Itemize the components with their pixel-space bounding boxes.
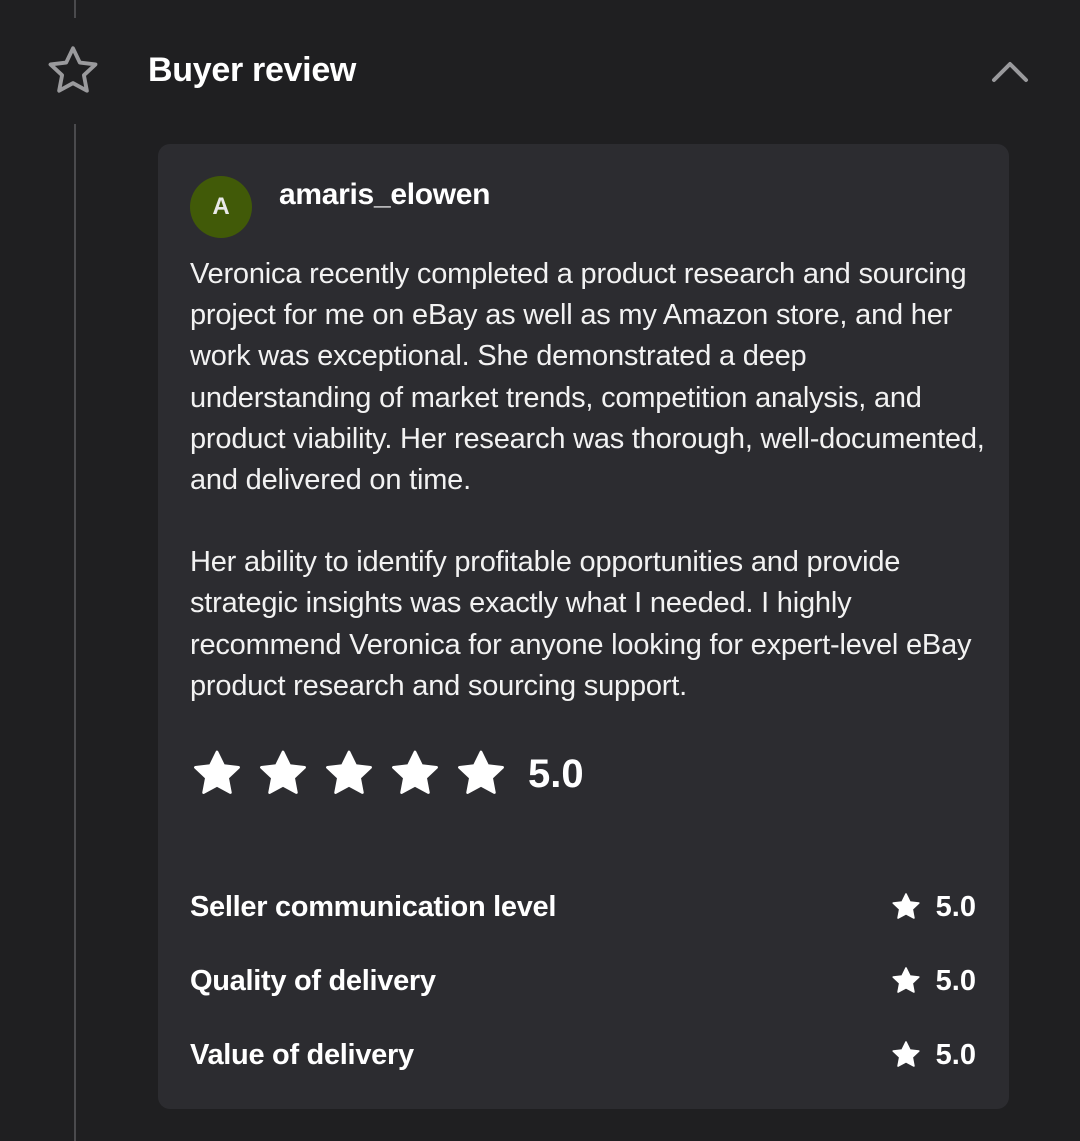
sub-rating-score: 5.0	[890, 965, 976, 998]
sub-rating-label: Quality of delivery	[190, 964, 436, 997]
avatar[interactable]: A	[190, 176, 252, 238]
avatar-initial: A	[212, 193, 230, 220]
sub-rating-label: Seller communication level	[190, 890, 557, 923]
sub-rating-row: Value of delivery 5.0	[190, 1035, 976, 1075]
sub-rating-score: 5.0	[890, 891, 976, 924]
star-filled-icon	[260, 750, 306, 794]
reviewer-username[interactable]: amaris_elowen	[279, 178, 491, 212]
star-filled-icon	[892, 893, 920, 919]
timeline-line-top	[74, 0, 76, 18]
review-paragraph: Her ability to identify profitable oppor…	[190, 546, 972, 702]
star-filled-icon	[458, 750, 504, 794]
star-filled-icon	[892, 967, 920, 993]
overall-score: 5.0	[528, 751, 584, 796]
section-title: Buyer review	[148, 51, 357, 89]
timeline-line-bottom	[74, 124, 76, 1141]
buyer-review-section: Buyer review A amaris_elowen Veronica re…	[0, 0, 1080, 1141]
star-filled-icon	[892, 1041, 920, 1067]
star-filled-icon	[194, 750, 240, 794]
sub-rating-row: Quality of delivery 5.0	[190, 961, 976, 1001]
sub-rating-value: 5.0	[935, 1038, 976, 1071]
sub-rating-value: 5.0	[935, 964, 976, 997]
review-text: Veronica recently completed a product re…	[190, 254, 990, 707]
star-outline-icon	[48, 46, 98, 93]
review-paragraph: Veronica recently completed a product re…	[190, 258, 985, 497]
sub-rating-value: 5.0	[935, 890, 976, 923]
sub-rating-label: Value of delivery	[190, 1038, 414, 1071]
review-card: A amaris_elowen Veronica recently comple…	[158, 144, 1009, 1109]
sub-rating-row: Seller communication level 5.0	[190, 887, 976, 927]
collapse-button[interactable]	[986, 54, 1034, 90]
overall-rating: 5.0	[190, 744, 584, 804]
star-filled-icon	[392, 750, 438, 794]
star-filled-icon	[326, 750, 372, 794]
chevron-up-icon	[992, 62, 1028, 82]
sub-rating-score: 5.0	[890, 1039, 976, 1072]
